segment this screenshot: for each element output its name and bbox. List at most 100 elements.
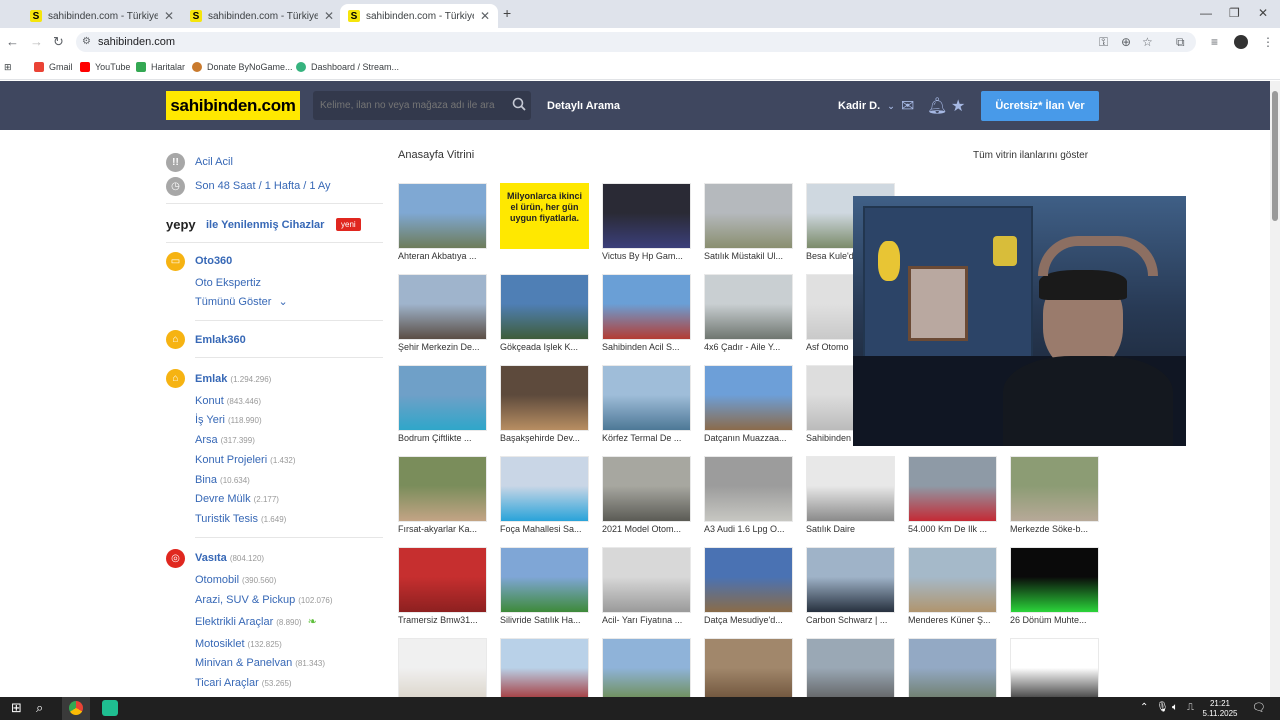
listing-card[interactable]: Gökçeada Işlek K... bbox=[500, 274, 589, 358]
listing-title[interactable]: Körfez Termal De ... bbox=[602, 433, 691, 443]
listing-title[interactable]: Tramersiz Bmw31... bbox=[398, 615, 487, 625]
bell-icon[interactable]: 🔔︎ bbox=[927, 96, 947, 116]
tray-chevron-icon[interactable]: ⌃ bbox=[1140, 702, 1148, 713]
listing-title[interactable]: Şehir Merkezin De... bbox=[398, 342, 487, 352]
profile-avatar[interactable] bbox=[1234, 35, 1248, 49]
yepy-logo[interactable]: yepy bbox=[166, 217, 196, 232]
listing-thumbnail[interactable] bbox=[908, 638, 997, 704]
listing-thumbnail[interactable] bbox=[500, 365, 589, 431]
listing-thumbnail[interactable]: Milyonlarca ikinci el ürün, her gün uygu… bbox=[500, 183, 589, 249]
listing-card[interactable]: 4x6 Çadır - Aile Y... bbox=[704, 274, 793, 358]
menu-kebab-icon[interactable]: ⋮ bbox=[1262, 35, 1274, 49]
listing-title[interactable]: Carbon Schwarz | ... bbox=[806, 615, 895, 625]
listing-card[interactable]: Satılık Müstakil Ul... bbox=[704, 183, 793, 267]
listing-thumbnail[interactable] bbox=[704, 183, 793, 249]
listing-title[interactable]: 2021 Model Otom... bbox=[602, 524, 691, 534]
sidebar-item-elektrikli[interactable]: Elektrikli Araçlar (8.890) ❧ bbox=[195, 615, 317, 628]
browser-tab-3-active[interactable]: S sahibinden.com - Türkiye'nin Ö ✕ bbox=[340, 4, 498, 28]
password-key-icon[interactable]: ⚿ bbox=[1099, 35, 1108, 50]
close-window-icon[interactable]: ✕ bbox=[1258, 6, 1268, 20]
mail-icon[interactable]: ✉ bbox=[901, 96, 914, 116]
extensions-icon[interactable]: ⧉ bbox=[1176, 35, 1185, 50]
listing-thumbnail[interactable] bbox=[806, 547, 895, 613]
back-icon[interactable]: ← bbox=[6, 34, 19, 49]
sidebar-item-emlak[interactable]: Emlak (1.294.296) bbox=[195, 373, 271, 385]
sidebar-item-arazi-suv[interactable]: Arazi, SUV & Pickup (102.076) bbox=[195, 594, 333, 606]
detailed-search-link[interactable]: Detaylı Arama bbox=[547, 100, 620, 112]
speaker-icon[interactable]: 🔈︎ bbox=[1172, 702, 1178, 713]
sidebar-item-oto-ekspertiz[interactable]: Oto Ekspertiz bbox=[195, 277, 261, 289]
bookmark-star-icon[interactable]: ☆ bbox=[1142, 35, 1153, 49]
restore-icon[interactable]: ❐ bbox=[1229, 6, 1240, 20]
sidebar-item-emlak360[interactable]: Emlak360 bbox=[195, 334, 246, 346]
browser-tab-2[interactable]: S sahibinden.com - Türkiye'nin Ö ✕ bbox=[182, 4, 342, 28]
listing-thumbnail[interactable] bbox=[602, 547, 691, 613]
listing-card[interactable]: Datça Mesudiye'd... bbox=[704, 547, 793, 631]
listing-thumbnail[interactable] bbox=[908, 456, 997, 522]
sidebar-item-ticari[interactable]: Ticari Araçlar (53.265) bbox=[195, 677, 292, 689]
listing-title[interactable]: 54.000 Km De Ilk ... bbox=[908, 524, 997, 534]
listing-title[interactable]: Datça Mesudiye'd... bbox=[704, 615, 793, 625]
listing-thumbnail[interactable] bbox=[806, 456, 895, 522]
search-icon[interactable] bbox=[512, 97, 526, 111]
reading-list-icon[interactable]: ≡ bbox=[1211, 35, 1218, 49]
bookmark-maps[interactable]: Haritalar bbox=[136, 62, 185, 72]
listing-thumbnail[interactable] bbox=[398, 456, 487, 522]
listing-card[interactable]: Körfez Termal De ... bbox=[602, 365, 691, 449]
listing-thumbnail[interactable] bbox=[398, 638, 487, 704]
sidebar-item-acil[interactable]: Acil Acil bbox=[195, 156, 233, 168]
listing-thumbnail[interactable] bbox=[1010, 456, 1099, 522]
network-icon[interactable]: ⎍ bbox=[1187, 702, 1194, 713]
listing-card[interactable]: Victus By Hp Gam... bbox=[602, 183, 691, 267]
listing-title[interactable]: Fırsat-akyarlar Ka... bbox=[398, 524, 487, 534]
close-tab-icon[interactable]: ✕ bbox=[480, 9, 490, 23]
notifications-icon[interactable]: 🗨︎ bbox=[1252, 701, 1266, 714]
listing-card[interactable]: Satılık Daire bbox=[806, 456, 895, 540]
listing-thumbnail[interactable] bbox=[704, 547, 793, 613]
sidebar-item-minivan[interactable]: Minivan & Panelvan (81.343) bbox=[195, 657, 325, 669]
listing-thumbnail[interactable] bbox=[1010, 547, 1099, 613]
sidebar-item-konut-projeleri[interactable]: Konut Projeleri (1.432) bbox=[195, 454, 296, 466]
listing-title[interactable]: Acil- Yarı Fiyatına ... bbox=[602, 615, 691, 625]
listing-title[interactable]: Datçanın Muazzaa... bbox=[704, 433, 793, 443]
minimize-icon[interactable]: — bbox=[1200, 6, 1212, 20]
listing-card[interactable]: A3 Audi 1.6 Lpg O... bbox=[704, 456, 793, 540]
sidebar-item-motosiklet[interactable]: Motosiklet (132.825) bbox=[195, 638, 282, 650]
sidebar-item-devre-mulk[interactable]: Devre Mülk (2.177) bbox=[195, 493, 279, 505]
site-info-icon[interactable]: ⚙ bbox=[82, 32, 91, 52]
close-tab-icon[interactable]: ✕ bbox=[324, 9, 334, 23]
sidebar-item-arsa[interactable]: Arsa (317.399) bbox=[195, 434, 255, 446]
listing-title[interactable]: Victus By Hp Gam... bbox=[602, 251, 691, 261]
listing-card[interactable]: Şehir Merkezin De... bbox=[398, 274, 487, 358]
show-all-showcase-link[interactable]: Tüm vitrin ilanlarını göster bbox=[973, 150, 1088, 161]
sidebar-item-is-yeri[interactable]: İş Yeri (118.990) bbox=[195, 414, 262, 426]
sidebar-item-otomobil[interactable]: Otomobil (390.560) bbox=[195, 574, 276, 586]
listing-card[interactable]: Bodrum Çiftlikte ... bbox=[398, 365, 487, 449]
listing-title[interactable]: Ahteran Akbatıya ... bbox=[398, 251, 487, 261]
post-ad-button[interactable]: Ücretsiz* İlan Ver bbox=[981, 91, 1099, 121]
streamlabs-icon[interactable] bbox=[102, 700, 118, 716]
listing-card[interactable]: Menderes Küner Ş... bbox=[908, 547, 997, 631]
listing-card[interactable]: Foça Mahallesi Sa... bbox=[500, 456, 589, 540]
listing-thumbnail[interactable] bbox=[398, 183, 487, 249]
url-input[interactable]: ⚙ sahibinden.com bbox=[76, 32, 1196, 52]
listing-title[interactable]: Silivride Satılık Ha... bbox=[500, 615, 589, 625]
bookmark-gmail[interactable]: Gmail bbox=[34, 62, 73, 72]
listing-card[interactable]: Acil- Yarı Fiyatına ... bbox=[602, 547, 691, 631]
listing-thumbnail[interactable] bbox=[602, 638, 691, 704]
listing-card[interactable]: Carbon Schwarz | ... bbox=[806, 547, 895, 631]
listing-card[interactable]: 26 Dönüm Muhte... bbox=[1010, 547, 1099, 631]
user-menu[interactable]: Kadir D. ⌄ bbox=[838, 100, 895, 112]
listing-thumbnail[interactable] bbox=[704, 365, 793, 431]
reload-icon[interactable]: ↻ bbox=[53, 34, 64, 50]
listing-card[interactable]: Başakşehirde Dev... bbox=[500, 365, 589, 449]
favorites-star-icon[interactable]: ★ bbox=[951, 96, 965, 116]
listing-card[interactable]: Sahibinden Acil S... bbox=[602, 274, 691, 358]
listing-thumbnail[interactable] bbox=[398, 274, 487, 340]
scrollbar-thumb[interactable] bbox=[1272, 91, 1278, 221]
listing-thumbnail[interactable] bbox=[1010, 638, 1099, 704]
listing-thumbnail[interactable] bbox=[398, 365, 487, 431]
listing-title[interactable]: A3 Audi 1.6 Lpg O... bbox=[704, 524, 793, 534]
forward-icon[interactable]: → bbox=[30, 34, 43, 49]
listing-title[interactable]: Başakşehirde Dev... bbox=[500, 433, 589, 443]
